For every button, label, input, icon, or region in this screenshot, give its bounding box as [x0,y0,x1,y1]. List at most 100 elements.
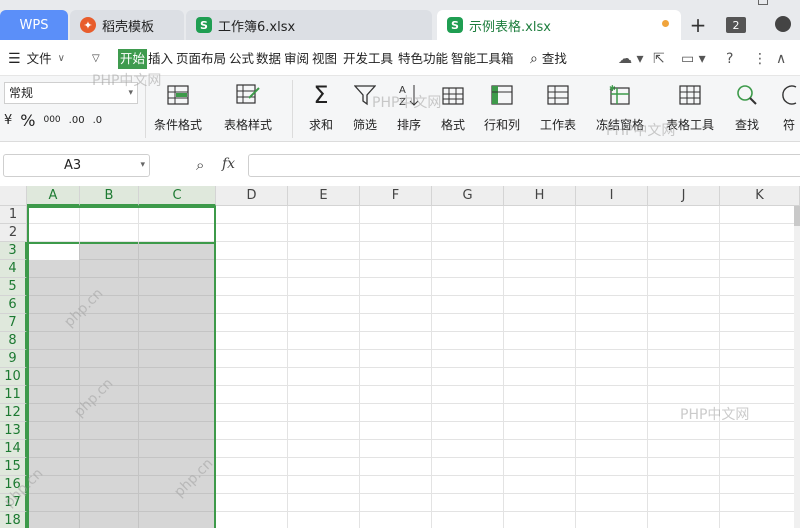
row-header-7[interactable]: 7 [0,314,27,332]
row-header-2[interactable]: 2 [0,224,27,242]
column-header-g[interactable]: G [432,186,504,206]
spreadsheet-grid[interactable]: ABCDEFGHIJK 1 2 3 4 5 6 7 8 9 10 11 12 13 14 15 16 17 18 [0,186,800,528]
thousands-button[interactable]: 000 [43,115,60,125]
selection-gridline [29,421,214,422]
vertical-scroll-thumb[interactable] [794,206,800,226]
currency-button[interactable]: ¥ [4,113,12,128]
column-header-e[interactable]: E [288,186,360,206]
menu-item-data[interactable]: 数据 [256,49,281,69]
ribbon-label: 条件格式 [154,118,203,132]
row-header-1[interactable]: 1 [0,206,27,224]
row-header-15[interactable]: 15 [0,458,27,476]
menu-item-formulas[interactable]: 公式 [229,49,254,69]
row-header-13[interactable]: 13 [0,422,27,440]
column-header-h[interactable]: H [504,186,576,206]
sigma-icon: Σ [313,81,329,109]
selection-gridline [29,403,214,404]
column-header-a[interactable]: A [27,186,80,206]
menu-item-developer[interactable]: 开发工具 [343,49,393,69]
rows-columns-icon [489,82,515,108]
row-header-14[interactable]: 14 [0,440,27,458]
freeze-panes-button[interactable]: ✱ 冻结窗格 [596,82,644,133]
rows-columns-button[interactable]: 行和列 [484,82,520,133]
new-tab-button[interactable]: + [684,10,712,40]
freeze-panes-icon: ✱ [607,82,633,108]
row-header-5[interactable]: 5 [0,278,27,296]
selection-gridline [29,331,214,332]
column-header-j[interactable]: J [648,186,720,206]
row-header-17[interactable]: 17 [0,494,27,512]
conditional-format-button[interactable]: 条件格式 [154,82,202,133]
sort-icon: AZ [396,82,422,108]
minimize-icon[interactable] [758,0,768,5]
file-menu[interactable]: ☰ 文件 ∨ [8,49,65,69]
active-cell[interactable] [29,244,79,260]
menu-item-page-layout[interactable]: 页面布局 [176,49,226,69]
chevron-down-icon: ▽ [92,53,100,64]
quick-access-dropdown[interactable]: ▽ [92,49,100,69]
menu-item-view[interactable]: 视图 [312,49,337,69]
help-button[interactable]: ? [726,49,733,69]
table-tools-button[interactable]: 表格工具 [666,82,714,133]
cell-reference: A3 [64,158,82,173]
percent-button[interactable]: % [20,111,35,130]
formula-input[interactable] [248,154,800,177]
column-header-c[interactable]: C [139,186,216,206]
table-style-button[interactable]: 表格样式 [224,82,272,133]
spreadsheet-icon: S [196,17,212,33]
cloud-sync-icon[interactable]: ☁ ▾ [618,49,643,69]
row-header-16[interactable]: 16 [0,476,27,494]
share-icon[interactable]: ⇱ [653,49,665,69]
tab-docer-templates[interactable]: ✦ 稻壳模板 [70,10,184,40]
filter-icon [352,82,378,108]
decrease-decimal-button[interactable]: .0 [93,115,103,126]
filter-button[interactable]: 筛选 [352,82,378,133]
row-header-10[interactable]: 10 [0,368,27,386]
zoom-search-icon[interactable]: ⌕ [196,156,204,174]
avatar[interactable] [775,16,791,32]
row-header-9[interactable]: 9 [0,350,27,368]
tab-workbook6[interactable]: S 工作簿6.xlsx [186,10,432,40]
column-header-b[interactable]: B [80,186,139,206]
window-count-badge[interactable]: 2 [726,17,746,33]
menu-item-insert[interactable]: 插入 [148,49,173,69]
search-button[interactable]: ⌕ 查找 [530,49,567,69]
spreadsheet-icon: S [447,17,463,33]
find-button[interactable]: 查找 [734,82,760,133]
menu-item-smart-toolbox[interactable]: 智能工具箱 [451,49,514,69]
tab-label: 工作簿6.xlsx [218,19,296,35]
name-box[interactable]: A3 ▾ [3,154,150,177]
select-all-corner[interactable] [0,186,27,206]
symbol-icon [776,82,800,108]
more-icon[interactable]: ⋮ [753,49,767,69]
vertical-scrollbar[interactable] [794,206,800,528]
row-header-11[interactable]: 11 [0,386,27,404]
row-header-8[interactable]: 8 [0,332,27,350]
worksheet-button[interactable]: 工作表 [540,82,576,133]
export-icon[interactable]: ▭ ▾ [681,49,706,69]
column-header-k[interactable]: K [720,186,800,206]
symbol-button[interactable]: 符 [776,82,800,133]
tab-example-sheet[interactable]: S 示例表格.xlsx [437,10,681,40]
sort-button[interactable]: AZ 排序 [396,82,422,133]
increase-decimal-button[interactable]: .00 [69,115,85,126]
row-header-12[interactable]: 12 [0,404,27,422]
menu-item-review[interactable]: 审阅 [284,49,309,69]
number-format-select[interactable]: 常规 ▾ [4,82,138,104]
selection-gridline [29,367,214,368]
tab-wps-home[interactable]: WPS [0,10,68,40]
row-header-6[interactable]: 6 [0,296,27,314]
column-header-f[interactable]: F [360,186,432,206]
format-button[interactable]: 格式 [440,82,466,133]
row-header-18[interactable]: 18 [0,512,27,528]
insert-function-button[interactable]: fx [222,156,235,172]
menu-item-special-features[interactable]: 特色功能 [398,49,448,69]
sum-button[interactable]: Σ 求和 [308,81,334,133]
column-header-d[interactable]: D [216,186,288,206]
column-header-i[interactable]: I [576,186,648,206]
menu-item-start[interactable]: 开始 [118,49,148,69]
collapse-ribbon-icon[interactable]: ∧ [776,49,786,69]
selection-gridline [29,457,214,458]
row-header-4[interactable]: 4 [0,260,27,278]
row-header-3[interactable]: 3 [0,242,27,260]
